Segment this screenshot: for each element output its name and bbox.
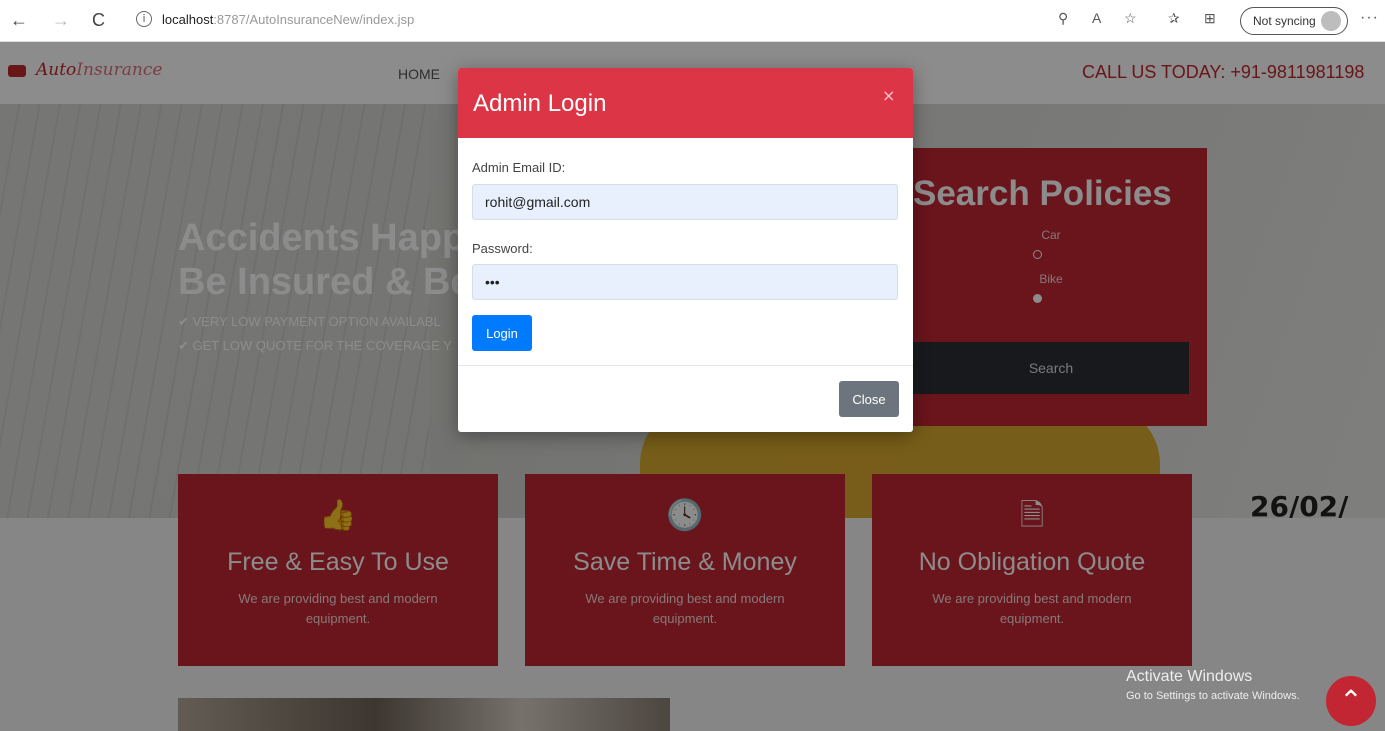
profile-avatar [1321, 11, 1341, 31]
sync-label: Not syncing [1253, 14, 1316, 28]
password-label: Password: [472, 241, 533, 256]
email-field[interactable] [472, 184, 898, 220]
address-bar[interactable]: i localhost:8787/AutoInsuranceNew/index.… [128, 8, 1028, 34]
close-icon[interactable]: × [882, 86, 895, 105]
modal-divider [458, 365, 913, 366]
back-icon[interactable]: ← [10, 10, 28, 30]
reload-icon[interactable]: C [92, 10, 105, 30]
browser-toolbar: ← → C i localhost:8787/AutoInsuranceNew/… [0, 0, 1385, 42]
email-label: Admin Email ID: [472, 160, 566, 175]
modal-header: Admin Login × [458, 68, 913, 138]
more-options-icon[interactable]: ··· [1360, 9, 1379, 27]
collections-icon[interactable]: ⊞ [1204, 10, 1216, 27]
admin-login-modal: Admin Login × Admin Email ID: Password: … [458, 68, 913, 432]
profile-sync-button[interactable]: Not syncing [1240, 7, 1348, 35]
login-button[interactable]: Login [472, 315, 532, 351]
favorites-icon[interactable]: ✰ [1168, 10, 1180, 27]
windows-activation-watermark: Activate Windows Go to Settings to activ… [1126, 668, 1300, 702]
scroll-to-top-button[interactable]: ⌃ [1326, 676, 1376, 726]
close-button[interactable]: Close [839, 381, 899, 417]
forward-icon[interactable]: → [52, 10, 70, 30]
site-info-icon[interactable]: i [136, 11, 152, 27]
modal-title: Admin Login [473, 90, 607, 117]
read-aloud-icon[interactable]: A [1092, 10, 1101, 26]
password-field[interactable] [472, 264, 898, 300]
extension-icon[interactable]: ☆ [1124, 10, 1137, 27]
key-icon[interactable]: ⚲ [1058, 10, 1068, 27]
url-text[interactable]: localhost:8787/AutoInsuranceNew/index.js… [162, 12, 414, 27]
